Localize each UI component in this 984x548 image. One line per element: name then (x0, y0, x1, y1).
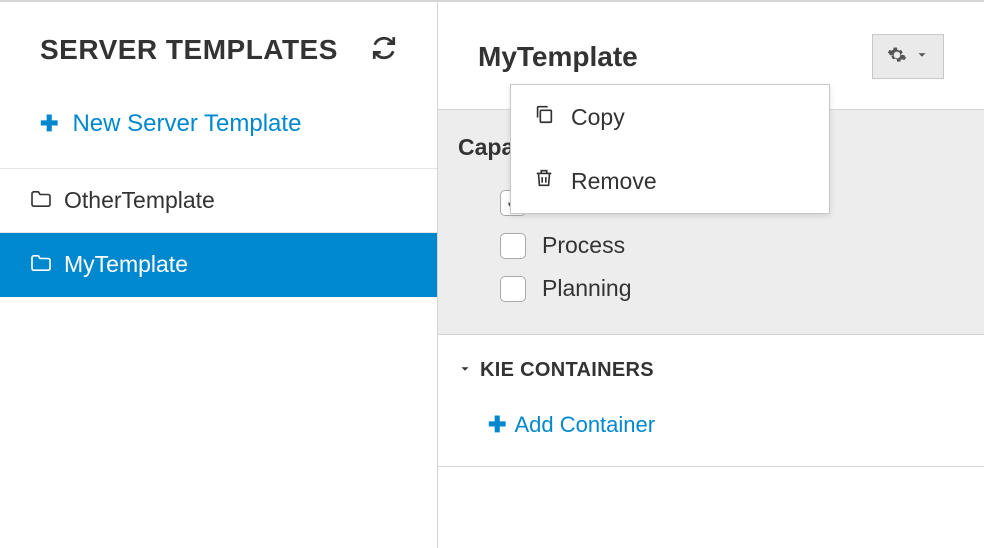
chevron-down-icon (458, 359, 472, 382)
template-title: MyTemplate (478, 41, 638, 73)
checkbox-process[interactable] (500, 233, 526, 259)
dropdown-item-label: Copy (571, 104, 625, 131)
trash-icon (533, 167, 555, 195)
refresh-icon[interactable] (371, 35, 397, 66)
sidebar-item-other-template[interactable]: OtherTemplate (0, 169, 437, 233)
sidebar: SERVER TEMPLATES ✚ New Server Template O… (0, 2, 438, 548)
sidebar-header: SERVER TEMPLATES (0, 2, 437, 96)
plus-icon: ✚ (40, 111, 58, 137)
plus-icon: ✚ (488, 412, 506, 438)
checkbox-planning[interactable] (500, 276, 526, 302)
kie-containers-section: KIE CONTAINERS ✚ Add Container (438, 335, 984, 467)
sidebar-item-my-template[interactable]: MyTemplate (0, 233, 437, 297)
add-container-button[interactable]: ✚ Add Container (458, 382, 964, 442)
capability-planning[interactable]: Planning (458, 267, 964, 310)
main-panel: MyTemplate (438, 2, 984, 548)
folder-icon (30, 187, 52, 214)
kie-containers-title: KIE CONTAINERS (480, 359, 654, 382)
add-container-label: Add Container (514, 412, 655, 438)
copy-icon (533, 103, 555, 131)
gear-dropdown-button[interactable] (872, 34, 944, 79)
sidebar-item-label: MyTemplate (64, 251, 188, 278)
dropdown-item-label: Remove (571, 168, 657, 195)
sidebar-item-label: OtherTemplate (64, 187, 215, 214)
new-server-template-button[interactable]: ✚ New Server Template (0, 96, 437, 169)
chevron-down-icon (915, 48, 929, 65)
capability-label: Planning (542, 275, 632, 302)
dropdown-item-copy[interactable]: Copy (511, 85, 829, 149)
capability-label: Process (542, 232, 625, 259)
dropdown-item-remove[interactable]: Remove (511, 149, 829, 213)
gear-dropdown-menu: Copy Remove (510, 84, 830, 214)
kie-containers-header[interactable]: KIE CONTAINERS (458, 359, 964, 382)
capability-process[interactable]: Process (458, 224, 964, 267)
folder-icon (30, 251, 52, 278)
sidebar-title: SERVER TEMPLATES (40, 34, 338, 66)
gear-icon (887, 45, 907, 68)
new-server-template-label: New Server Template (72, 110, 301, 138)
